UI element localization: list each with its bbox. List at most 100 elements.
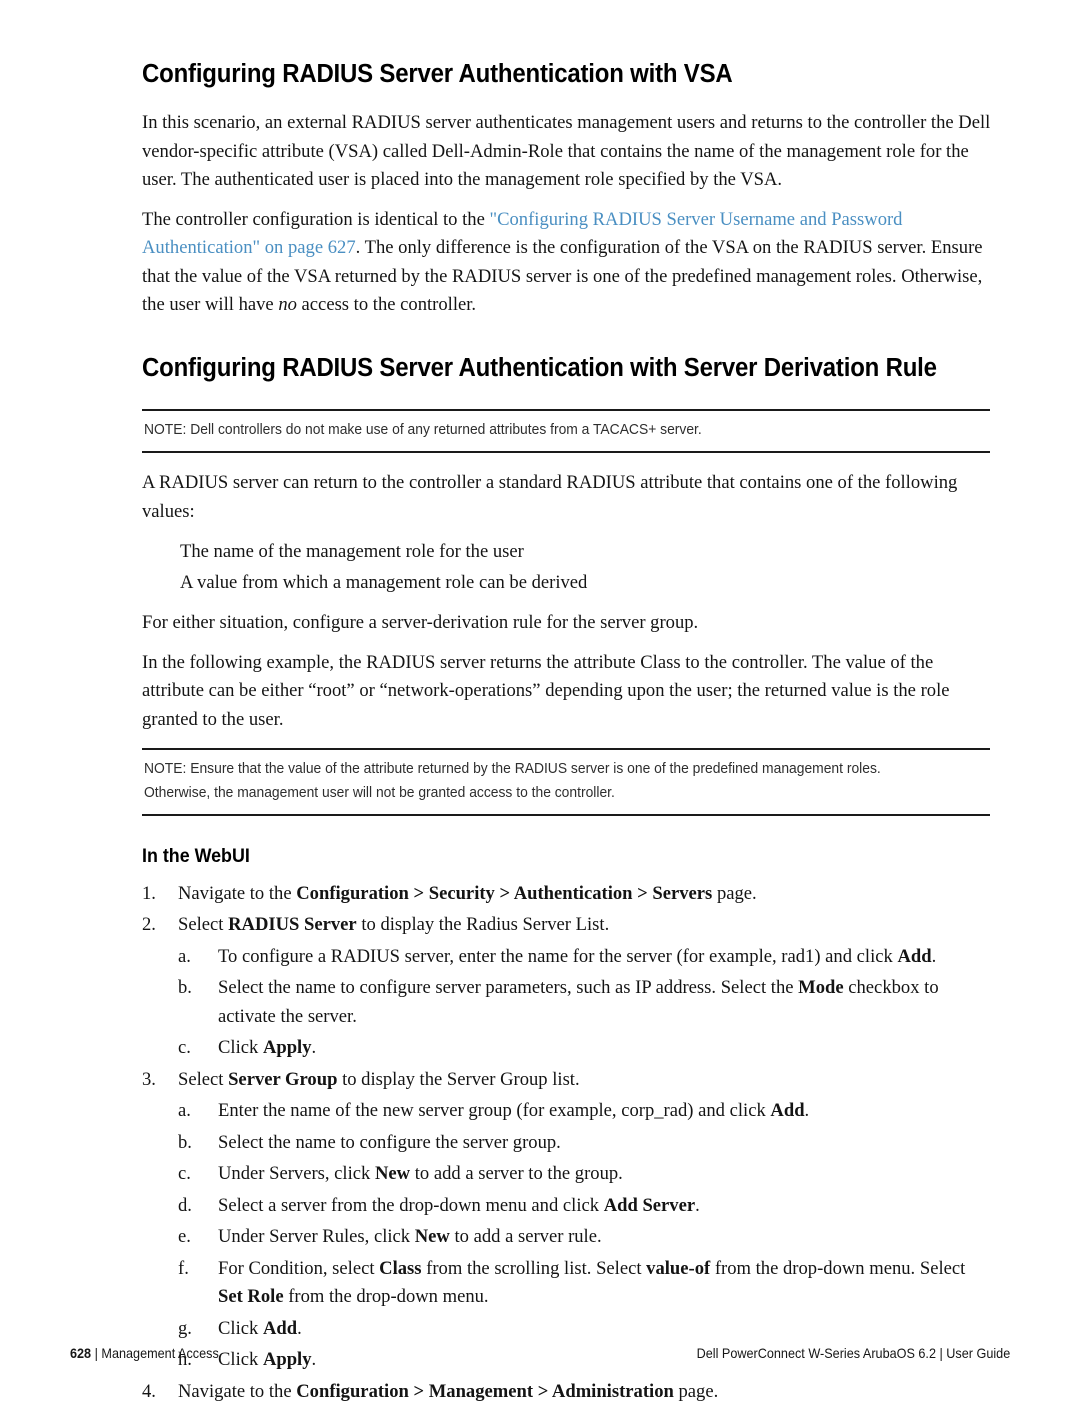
footer-document-title: Dell PowerConnect W-Series ArubaOS 6.2 |…: [696, 1346, 1010, 1361]
procedure-substep: g. Click Add.: [178, 1315, 992, 1344]
substep-marker: b.: [178, 977, 192, 999]
step-text: Click: [218, 1037, 263, 1059]
substep-marker: a.: [178, 1100, 191, 1122]
procedure-step: 2. Select RADIUS Server to display the Ra…: [142, 911, 992, 940]
procedure-step: 3. Select Server Group to display the Ser…: [142, 1066, 992, 1095]
substep-body: Click Add.: [218, 1318, 302, 1339]
step-text: Select: [178, 1068, 229, 1090]
radius-values-list: The name of the management role for the …: [142, 537, 992, 597]
step-emphasis: Class: [379, 1257, 422, 1279]
step-emphasis: Add: [262, 1317, 298, 1339]
substep-body: Under Server Rules, click New to add a s…: [218, 1226, 602, 1247]
step-text: to add a server to the group.: [410, 1163, 623, 1185]
step-emphasis: value-of: [646, 1257, 711, 1279]
step-marker: 4.: [142, 1380, 156, 1402]
note-text: NOTE: Dell controllers do not make use o…: [144, 422, 702, 439]
procedure-substep: b. Select the name to configure server pa…: [178, 974, 992, 1031]
step-text: Under Server Rules, click: [218, 1226, 415, 1248]
example-intro-paragraph: In the following example, the RADIUS ser…: [142, 651, 950, 730]
substep-marker: e.: [178, 1226, 191, 1248]
substep-marker: f.: [178, 1257, 189, 1279]
xref-tail-text-b: access to the controller.: [296, 294, 477, 316]
step-emphasis: Configuration > Security > Authenticatio…: [296, 882, 713, 904]
footer-section-name: Management Access: [101, 1346, 219, 1361]
xref-lead-text: The controller configuration is identica…: [142, 208, 490, 230]
step-text: .: [931, 945, 937, 967]
step-emphasis: RADIUS Server: [228, 914, 357, 936]
document-page: Configuring RADIUS Server Authentication…: [0, 0, 1080, 1402]
step-text: Select: [178, 914, 229, 936]
step-text: .: [311, 1037, 317, 1059]
substep-marker: d.: [178, 1194, 192, 1216]
step-text: to add a server rule.: [449, 1226, 602, 1248]
step-text: To configure a RADIUS server, enter the …: [218, 945, 898, 967]
step-emphasis: New: [374, 1163, 411, 1185]
step-emphasis: Configuration > Management > Administrat…: [296, 1380, 674, 1402]
procedure-substep: a. Enter the name of the new server group…: [178, 1097, 992, 1126]
substep-body: Click Apply.: [218, 1037, 316, 1058]
step-emphasis: Add: [897, 945, 932, 967]
procedure-substep: c. Under Servers, click New to add a serv…: [178, 1160, 992, 1189]
footer-left: 628 | Management Access: [70, 1346, 219, 1361]
page-title: Configuring RADIUS Server Authentication…: [142, 60, 733, 88]
step-emphasis: Server Group: [228, 1068, 338, 1090]
procedure-substep-list: a. Enter the name of the new server group…: [178, 1097, 992, 1375]
step-text: Navigate to the: [178, 1380, 297, 1402]
footer-page-number: 628: [70, 1346, 92, 1361]
substep-body: Select the name to configure server para…: [218, 977, 939, 1027]
substep-body: For Condition, select Class from the scr…: [218, 1258, 965, 1308]
step-body: Navigate to the Configuration > Manageme…: [178, 1381, 718, 1402]
step-text: page.: [712, 882, 757, 904]
substep-body: Under Servers, click New to add a server…: [218, 1163, 623, 1184]
procedure-substep-list: a. To configure a RADIUS server, enter th…: [178, 943, 992, 1063]
step-emphasis: Add Server: [603, 1194, 696, 1216]
step-text: For Condition, select: [218, 1257, 380, 1279]
webui-procedure-list: 1. Navigate to the Configuration > Securi…: [142, 880, 992, 1407]
step-text: Navigate to the: [178, 882, 297, 904]
xref-tail-emphasis: no: [278, 294, 297, 316]
page-footer: 628 | Management Access Dell PowerConnec…: [70, 1346, 1010, 1361]
procedure-step: 1. Navigate to the Configuration > Securi…: [142, 880, 992, 909]
procedure-substep: e. Under Server Rules, click New to add a…: [178, 1223, 992, 1252]
radius-values-paragraph: A RADIUS server can return to the contro…: [142, 472, 958, 522]
step-emphasis: Mode: [798, 977, 844, 999]
step-text: .: [297, 1317, 302, 1339]
procedure-substep: b. Select the name to configure the serve…: [178, 1129, 992, 1158]
step-marker: 3.: [142, 1068, 156, 1090]
substep-marker: g.: [178, 1317, 192, 1339]
step-text: .: [804, 1100, 810, 1122]
step-text: Click: [218, 1317, 263, 1339]
step-text: .: [695, 1194, 700, 1216]
step-text: Select a server from the drop-down menu …: [218, 1194, 604, 1216]
step-text: from the drop-down menu. Select: [710, 1257, 966, 1279]
step-text: from the drop-down menu.: [283, 1286, 489, 1308]
substep-marker: c.: [178, 1037, 191, 1059]
step-emphasis: Set Role: [218, 1286, 284, 1308]
step-text: page.: [673, 1380, 719, 1402]
step-emphasis: Apply: [262, 1037, 312, 1059]
either-situation-paragraph: For either situation, configure a server…: [142, 612, 699, 634]
procedure-substep: f. For Condition, select Class from the s…: [178, 1255, 992, 1312]
procedure-step: 4. Navigate to the Configuration > Manage…: [142, 1378, 992, 1407]
step-marker: 1.: [142, 882, 156, 904]
note-box-tacacs: NOTE: Dell controllers do not make use o…: [142, 409, 990, 454]
step-text: Select the name to configure server para…: [218, 977, 799, 999]
step-text: to display the Server Group list.: [337, 1068, 580, 1090]
page-content: Configuring RADIUS Server Authentication…: [142, 60, 992, 1409]
step-body: Select RADIUS Server to display the Radi…: [178, 914, 609, 935]
list-item: The name of the management role for the …: [180, 541, 524, 563]
note-text: NOTE: Ensure that the value of the attri…: [144, 761, 881, 802]
section-title-derivation-rule: Configuring RADIUS Server Authentication…: [142, 353, 937, 382]
footer-separator: |: [91, 1346, 102, 1361]
step-emphasis: New: [414, 1226, 450, 1248]
substep-body: Enter the name of the new server group (…: [218, 1100, 809, 1121]
subsection-title-webui: In the WebUI: [142, 846, 250, 868]
step-emphasis: Add: [770, 1100, 805, 1122]
step-text: Under Servers, click: [218, 1163, 375, 1185]
substep-body: Select the name to configure the server …: [218, 1132, 561, 1153]
step-body: Navigate to the Configuration > Security…: [178, 883, 757, 904]
note-box-predefined-roles: NOTE: Ensure that the value of the attri…: [142, 748, 990, 817]
substep-marker: a.: [178, 945, 191, 967]
substep-body: Select a server from the drop-down menu …: [218, 1195, 700, 1216]
intro-paragraph: In this scenario, an external RADIUS ser…: [142, 112, 991, 191]
